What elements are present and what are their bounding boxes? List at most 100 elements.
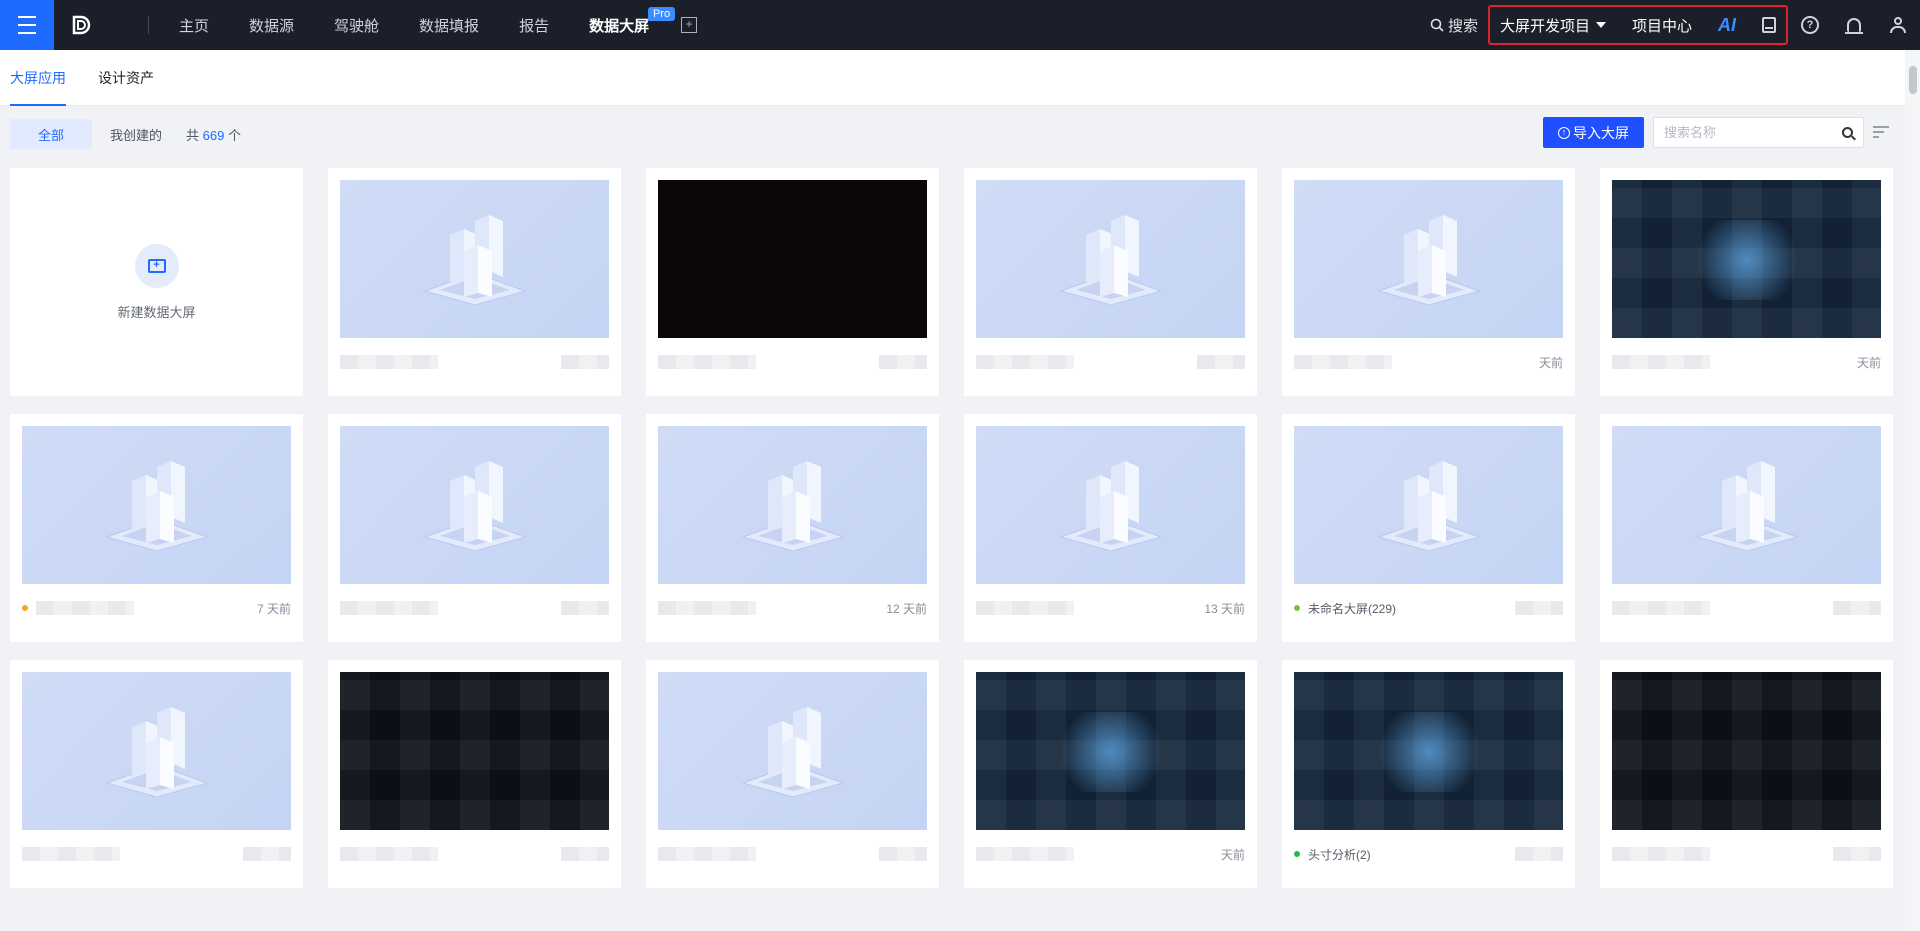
card-meta: 天前 [976, 844, 1245, 864]
nav-item-data-fill[interactable]: 数据填报 [399, 0, 499, 50]
screen-thumbnail[interactable] [1294, 426, 1563, 584]
nav-item-datasource[interactable]: 数据源 [229, 0, 314, 50]
screen-card[interactable] [1600, 660, 1893, 888]
search-box [1653, 117, 1864, 148]
nav-item-home[interactable]: 主页 [159, 0, 229, 50]
import-label: 导入大屏 [1573, 124, 1629, 141]
screen-card[interactable]: 天前 [1600, 168, 1893, 396]
status-dot [22, 605, 28, 611]
global-search-button[interactable]: 搜索 [1430, 15, 1478, 36]
card-title [1612, 355, 1710, 369]
screen-thumbnail[interactable] [976, 672, 1245, 830]
screen-card[interactable]: 13 天前 [964, 414, 1257, 642]
screen-thumbnail[interactable] [976, 426, 1245, 584]
upload-icon: ↑ [1558, 126, 1570, 139]
new-screen-card[interactable]: + 新建数据大屏 [10, 168, 303, 396]
scrollbar[interactable] [1905, 50, 1920, 931]
screen-card[interactable]: 未命名大屏(229) [1282, 414, 1575, 642]
sort-icon[interactable] [1873, 126, 1889, 140]
top-nav-bar: 主页 数据源 驾驶舱 数据填报 报告 数据大屏 Pro + 搜索 大屏开发项目 … [0, 0, 1920, 50]
screen-thumbnail[interactable] [658, 180, 927, 338]
notification-button[interactable] [1832, 18, 1876, 34]
tab-big-screen-apps[interactable]: 大屏应用 [0, 50, 76, 106]
card-time [1515, 601, 1563, 615]
filter-all[interactable]: 全部 [10, 119, 93, 149]
scrollbar-thumb[interactable] [1909, 66, 1917, 94]
card-title [658, 847, 756, 861]
screen-thumbnail[interactable] [1294, 180, 1563, 338]
screen-card[interactable]: 天前 [1282, 168, 1575, 396]
screen-thumbnail[interactable] [1612, 180, 1881, 338]
redacted-name [658, 601, 756, 615]
screen-thumbnail[interactable] [340, 426, 609, 584]
filter-mine[interactable]: 我创建的 [92, 119, 180, 149]
highlight-box: 大屏开发项目 项目中心 AI [1487, 5, 1788, 45]
screen-card[interactable] [328, 660, 621, 888]
count-value: 669 [202, 127, 225, 143]
screen-thumbnail[interactable] [976, 180, 1245, 338]
screen-thumbnail[interactable] [1612, 426, 1881, 584]
project-center-link[interactable]: 项目中心 [1632, 15, 1692, 36]
search-icon [1430, 18, 1444, 32]
card-time [243, 847, 291, 861]
top-right-tools: 搜索 大屏开发项目 项目中心 AI ? [1430, 0, 1920, 50]
screen-card[interactable]: 天前 [964, 660, 1257, 888]
filter-row: 全部 我创建的 共 669 个 ↑ 导入大屏 [0, 106, 1905, 162]
screen-thumbnail[interactable] [658, 426, 927, 584]
screen-thumbnail[interactable] [22, 672, 291, 830]
tab-design-assets[interactable]: 设计资产 [88, 50, 164, 106]
add-tab-icon[interactable]: + [681, 17, 698, 33]
ai-icon[interactable]: AI [1718, 15, 1736, 36]
screen-card[interactable] [328, 414, 621, 642]
status-dot [1294, 605, 1300, 611]
screen-card[interactable] [328, 168, 621, 396]
screen-card[interactable]: 头寸分析(2) [1282, 660, 1575, 888]
screen-thumbnail[interactable] [1294, 672, 1563, 830]
card-meta [340, 598, 609, 618]
book-icon[interactable] [1762, 17, 1776, 33]
help-button[interactable]: ? [1788, 16, 1832, 34]
screen-card[interactable] [646, 660, 939, 888]
logo-icon[interactable] [54, 0, 108, 50]
nav-item-report[interactable]: 报告 [499, 0, 569, 50]
card-meta: 天前 [1294, 352, 1563, 372]
redacted-name [976, 355, 1074, 369]
menu-button[interactable] [0, 0, 54, 50]
card-title: 未命名大屏(229) [1294, 600, 1396, 617]
nav-item-cockpit[interactable]: 驾驶舱 [314, 0, 399, 50]
redacted-name [976, 847, 1074, 861]
screen-thumbnail[interactable] [340, 672, 609, 830]
screen-thumbnail[interactable] [1612, 672, 1881, 830]
screen-card[interactable]: 12 天前 [646, 414, 939, 642]
redacted-name [340, 847, 438, 861]
screen-card[interactable]: 7 天前 [10, 414, 303, 642]
screen-card[interactable] [1600, 414, 1893, 642]
count-prefix: 共 [186, 127, 200, 143]
project-select[interactable]: 大屏开发项目 [1500, 15, 1606, 36]
screen-card[interactable] [964, 168, 1257, 396]
card-meta [340, 844, 609, 864]
screen-thumbnail[interactable] [340, 180, 609, 338]
card-time [1833, 601, 1881, 615]
card-meta [976, 352, 1245, 372]
search-input[interactable] [1664, 125, 1842, 140]
search-icon[interactable] [1842, 127, 1853, 138]
import-screen-button[interactable]: ↑ 导入大屏 [1543, 117, 1644, 148]
screen-card[interactable] [646, 168, 939, 396]
card-meta [1612, 844, 1881, 864]
card-time [561, 355, 609, 369]
card-title: 头寸分析(2) [1294, 846, 1371, 863]
screen-thumbnail[interactable] [658, 672, 927, 830]
screen-card[interactable] [10, 660, 303, 888]
screen-thumbnail[interactable] [22, 426, 291, 584]
help-icon: ? [1801, 16, 1819, 34]
redacted-name [1612, 601, 1710, 615]
card-meta: 12 天前 [658, 598, 927, 618]
card-time [1197, 355, 1245, 369]
nav-item-big-screen[interactable]: 数据大屏 Pro [569, 0, 676, 50]
card-name: 头寸分析(2) [1308, 847, 1371, 862]
card-time [879, 847, 927, 861]
card-meta: 7 天前 [22, 598, 291, 618]
redacted-name [22, 847, 120, 861]
user-button[interactable] [1876, 17, 1920, 33]
